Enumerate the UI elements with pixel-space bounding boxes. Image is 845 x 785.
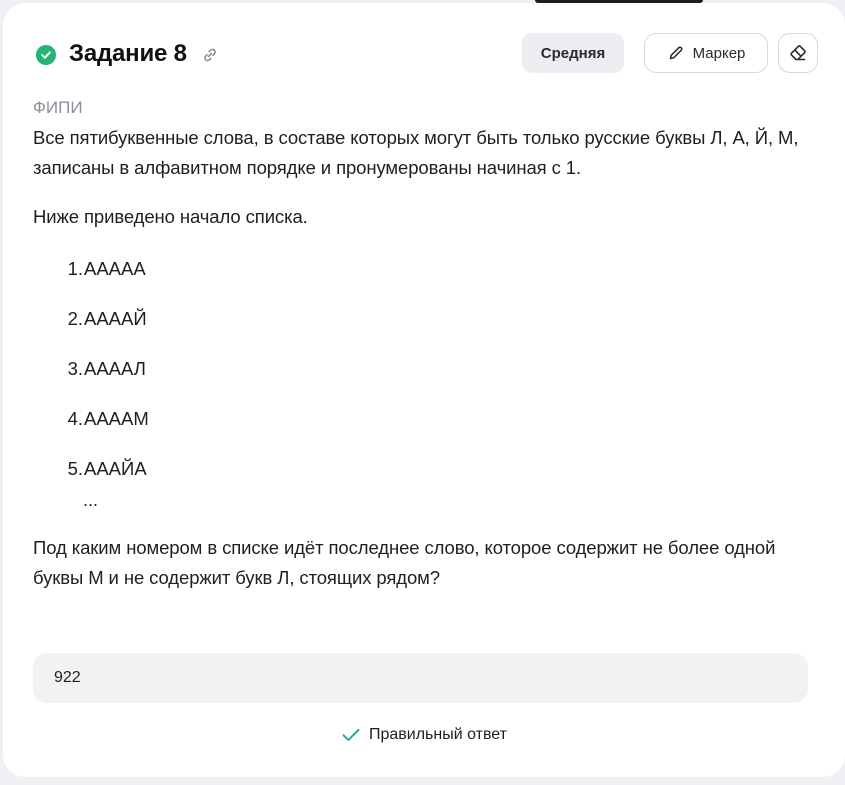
marker-button[interactable]: Маркер — [644, 33, 768, 73]
list-item-number: 1. — [67, 258, 83, 279]
difficulty-badge: Средняя — [522, 33, 624, 73]
task-title: Задание 8 — [69, 40, 187, 67]
list-item: 4. ААААМ — [33, 404, 149, 454]
task-paragraph-intro: Все пятибуквенные слова, в составе котор… — [33, 127, 799, 178]
marker-label: Маркер — [692, 44, 746, 62]
list-item: 3. ААААЛ — [33, 354, 149, 404]
link-icon[interactable] — [199, 44, 221, 66]
result-status: Правильный ответ — [3, 723, 845, 747]
list-item-word: ААААЙ — [84, 308, 147, 329]
task-header: Задание 8 Средняя Маркер — [3, 33, 845, 77]
task-source: ФИПИ — [33, 98, 83, 117]
list-item-word: ААААЛ — [84, 358, 146, 379]
list-item-number: 4. — [67, 408, 83, 429]
list-item-word: ААААА — [84, 258, 146, 279]
list-item: 2. ААААЙ — [33, 304, 149, 354]
result-label: Правильный ответ — [368, 726, 507, 743]
word-list: 1. ААААА 2. ААААЙ 3. ААААЛ 4. ААААМ 5. А… — [33, 254, 149, 504]
list-ellipsis: ... — [83, 490, 99, 510]
answer-input[interactable] — [54, 669, 787, 687]
eraser-button[interactable] — [778, 33, 818, 73]
list-item: 1. ААААА — [33, 254, 149, 304]
answer-field[interactable] — [33, 653, 808, 703]
list-item-number: 3. — [67, 358, 83, 379]
list-item-number: 2. — [67, 308, 83, 329]
list-item-word: ААААМ — [84, 408, 149, 429]
eraser-icon — [788, 43, 808, 63]
check-circle-icon — [36, 45, 56, 65]
list-item-number: 5. — [67, 458, 83, 479]
pencil-icon — [667, 44, 685, 62]
checkmark-icon — [341, 727, 361, 743]
task-question: Под каким номером в списке идёт последне… — [33, 537, 776, 588]
task-card: Задание 8 Средняя Маркер ФИПИ Все пятибу… — [3, 3, 845, 777]
task-paragraph-list-intro: Ниже приведено начало списка. — [33, 206, 308, 227]
